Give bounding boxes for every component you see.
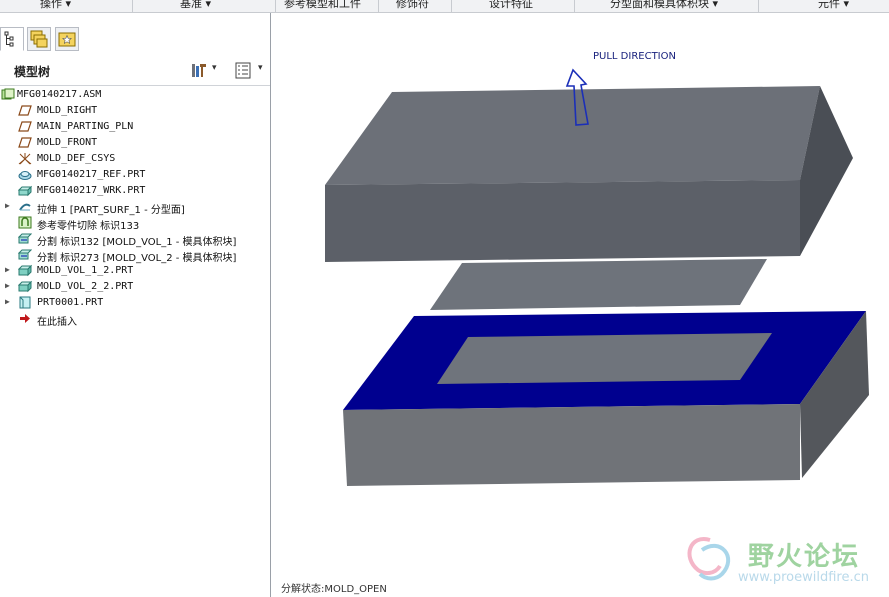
parting-surface-sheet xyxy=(430,259,767,310)
watermark-url: www.proewildfire.cn xyxy=(738,570,869,585)
top-mold-block-front-face xyxy=(325,180,800,262)
cavity-opening xyxy=(437,333,772,384)
explode-state-status: 分解状态:MOLD_OPEN xyxy=(281,584,387,595)
cavity-block-front-face xyxy=(343,404,800,486)
watermark-logo-icon xyxy=(687,537,731,581)
pull-direction-label: PULL DIRECTION xyxy=(593,51,676,62)
top-mold-block-top-face xyxy=(325,86,820,185)
watermark-text: 野火论坛 xyxy=(748,542,861,572)
mold-model-scene[interactable] xyxy=(0,0,889,597)
